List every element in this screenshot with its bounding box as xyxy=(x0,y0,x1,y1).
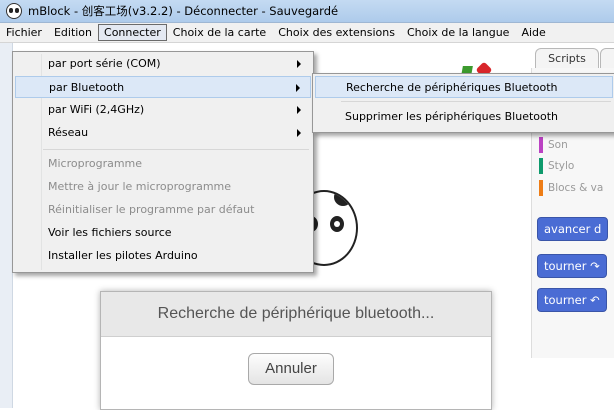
panda-ear xyxy=(334,192,352,206)
category-blocs-variables[interactable]: Blocs & va xyxy=(539,180,603,196)
menu-item-update-firmware: Mettre à jour le microprogramme xyxy=(48,180,232,193)
menu-item-reset-default: Réinitialiser le programme par défaut xyxy=(48,203,255,216)
menu-item-microprogramme: Microprogramme xyxy=(48,157,143,170)
menu-item-search-bluetooth[interactable]: Recherche de périphériques Bluetooth xyxy=(315,76,613,98)
submenu-arrow-icon xyxy=(297,129,301,137)
menu-aide[interactable]: Aide xyxy=(515,24,551,41)
tab-costumes[interactable] xyxy=(600,48,614,70)
menu-item-reseau[interactable]: Réseau xyxy=(15,122,311,144)
menu-choix-langue[interactable]: Choix de la langue xyxy=(401,24,515,41)
menu-item-wifi[interactable]: par WiFi (2,4GHz) xyxy=(15,99,311,121)
menu-item-serial[interactable]: par port série (COM) xyxy=(15,53,311,75)
tab-scripts[interactable]: Scripts xyxy=(535,48,599,69)
bluetooth-submenu: Recherche de périphériques Bluetooth Sup… xyxy=(312,73,614,133)
menu-bar: Fichier Edition Connecter Choix de la ca… xyxy=(0,23,614,43)
panda-app-icon xyxy=(6,3,22,19)
menu-fichier[interactable]: Fichier xyxy=(0,24,48,41)
block-tourner-gauche[interactable]: tourner ↶ xyxy=(537,288,607,312)
dialog-title: Recherche de périphérique bluetooth... xyxy=(101,292,491,337)
menu-item-install-drivers[interactable]: Installer les pilotes Arduino xyxy=(15,245,311,267)
cancel-button[interactable]: Annuler xyxy=(248,353,334,385)
window-title: mBlock - 创客工场(v3.2.2) - Déconnecter - Sa… xyxy=(28,4,339,18)
block-tourner-droite[interactable]: tourner ↷ xyxy=(537,254,607,278)
submenu-arrow-icon xyxy=(297,60,301,68)
bluetooth-search-dialog: Recherche de périphérique bluetooth... A… xyxy=(100,291,492,410)
block-avancer[interactable]: avancer d xyxy=(537,217,609,241)
menu-item-remove-bluetooth[interactable]: Supprimer les périphériques Bluetooth xyxy=(315,106,613,128)
title-bar: mBlock - 创客工场(v3.2.2) - Déconnecter - Sa… xyxy=(0,0,614,23)
submenu-arrow-icon xyxy=(297,106,301,114)
menu-edition[interactable]: Edition xyxy=(48,24,98,41)
menu-separator xyxy=(341,101,611,102)
submenu-arrow-icon xyxy=(296,84,300,92)
panda-eye xyxy=(330,216,344,232)
menu-choix-extensions[interactable]: Choix des extensions xyxy=(272,24,401,41)
menu-item-view-source[interactable]: Voir les fichiers source xyxy=(15,222,311,244)
connecter-dropdown: par port série (COM) par Bluetooth par W… xyxy=(12,51,314,273)
menu-connecter[interactable]: Connecter xyxy=(98,24,167,41)
menu-item-bluetooth[interactable]: par Bluetooth xyxy=(15,76,311,98)
category-son[interactable]: Son xyxy=(539,137,568,153)
category-stylo[interactable]: Stylo xyxy=(539,158,574,174)
menu-separator xyxy=(43,149,309,150)
menu-choix-carte[interactable]: Choix de la carte xyxy=(167,24,272,41)
